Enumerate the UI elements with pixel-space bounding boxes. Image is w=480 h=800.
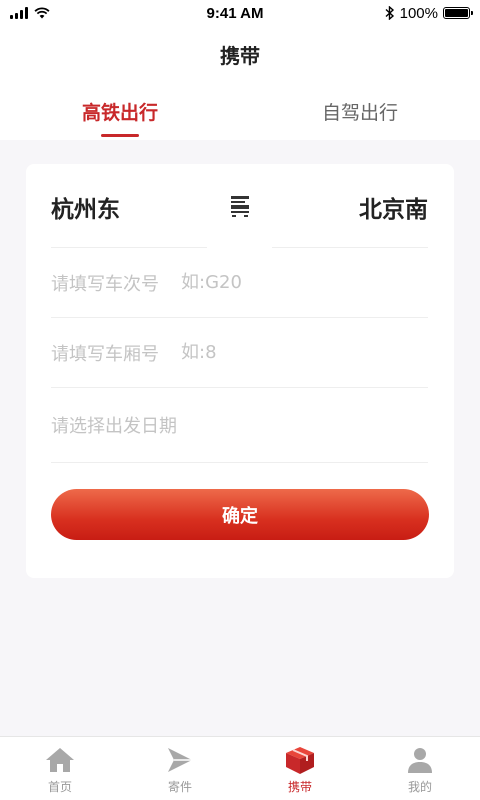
train-number-input[interactable] (181, 272, 341, 293)
mode-tabs: 高铁出行 自驾出行 (0, 82, 480, 140)
user-icon (408, 748, 432, 773)
battery-icon (443, 7, 473, 19)
tab-label: 自驾出行 (321, 101, 398, 124)
car-number-label: 请填写车厢号 (51, 343, 159, 365)
home-icon (46, 748, 74, 772)
train-number-label: 请填写车次号 (51, 273, 159, 295)
tabbar-item-send[interactable]: 寄件 (120, 737, 240, 800)
car-number-row[interactable]: 请填写车厢号 (51, 318, 428, 388)
tab-label: 高铁出行 (81, 101, 158, 124)
departure-station[interactable]: 杭州东 (51, 190, 120, 224)
route-row: 杭州东 北京南 (51, 164, 428, 248)
tabbar-label: 寄件 (167, 780, 192, 794)
signal-icon (10, 7, 28, 19)
departure-date-label: 请选择出发日期 (51, 416, 177, 437)
bottom-tab-bar: 首页 寄件 携带 我的 (0, 736, 480, 800)
tabbar-item-mine[interactable]: 我的 (360, 737, 480, 800)
tab-high-speed-rail[interactable]: 高铁出行 (0, 82, 240, 140)
train-number-row[interactable]: 请填写车次号 (51, 248, 428, 318)
send-icon (168, 748, 192, 772)
page-title: 携带 (220, 43, 260, 68)
departure-date-row[interactable]: 请选择出发日期 (51, 388, 428, 463)
tab-active-indicator (101, 134, 139, 137)
car-number-input[interactable] (181, 342, 341, 363)
confirm-button[interactable]: 确定 (51, 489, 429, 540)
tabbar-label: 携带 (287, 780, 312, 794)
box-icon (286, 747, 314, 774)
tabbar-item-home[interactable]: 首页 (0, 737, 120, 800)
status-left (10, 7, 110, 19)
battery-percent: 100% (399, 4, 438, 22)
trip-form-card: 杭州东 北京南 请填写车次号 请填写车厢号 请选择出发日期 确定 (26, 164, 454, 578)
tabbar-item-carry[interactable]: 携带 (240, 737, 360, 800)
train-icon[interactable] (229, 194, 251, 218)
wifi-icon (34, 7, 50, 19)
status-bar: 9:41 AM 100% (0, 0, 480, 26)
arrival-station[interactable]: 北京南 (359, 190, 428, 224)
tabbar-label: 首页 (47, 780, 72, 794)
page: 9:41 AM 100% 携带 高铁出行 自驾出行 杭州东 北京南 请填写车次号… (0, 0, 480, 800)
nav-bar: 携带 (0, 26, 480, 82)
tab-self-drive[interactable]: 自驾出行 (240, 82, 480, 140)
status-right: 100% (360, 4, 473, 22)
status-time: 9:41 AM (206, 4, 264, 22)
tabbar-label: 我的 (407, 780, 432, 794)
bluetooth-icon (385, 6, 394, 20)
